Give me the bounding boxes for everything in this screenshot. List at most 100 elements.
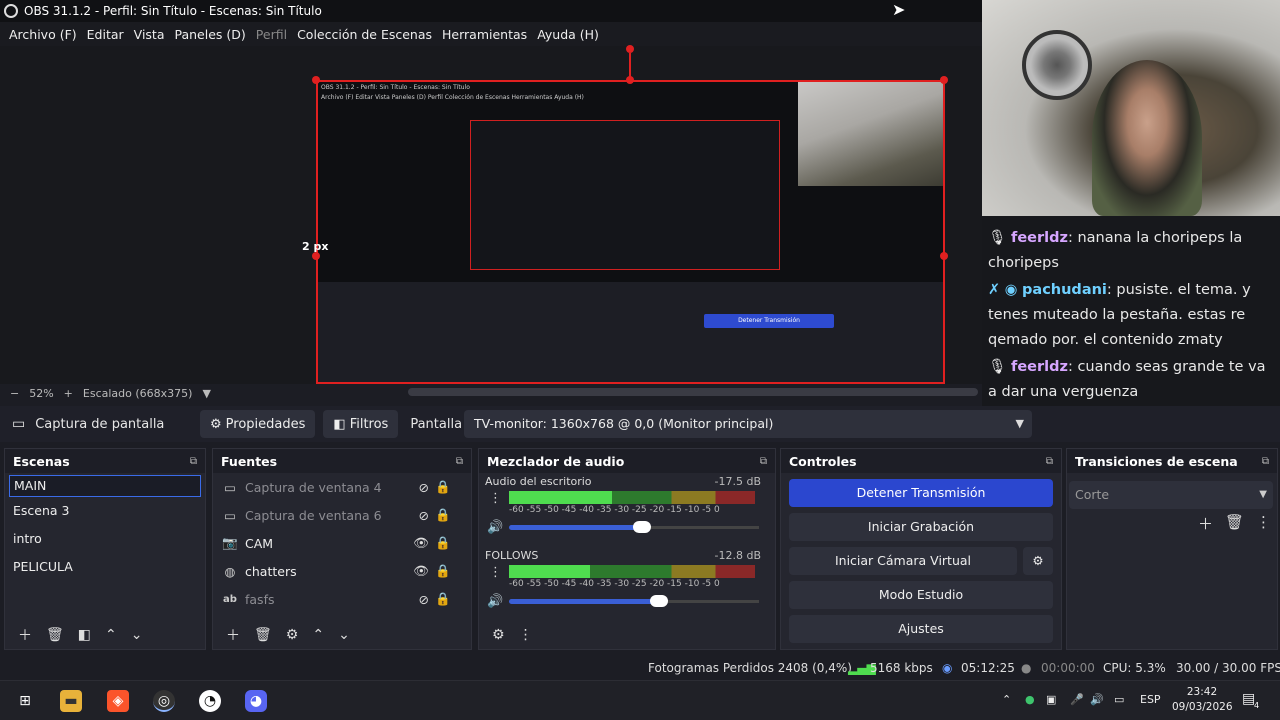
move-down-icon[interactable]: ⌄ [131, 627, 143, 643]
preview-canvas[interactable]: OBS 31.1.2 - Perfil: Sin Título - Escena… [316, 80, 945, 384]
tray-app-icon[interactable]: ● [1025, 693, 1035, 706]
network-icon[interactable]: ▭ [1114, 693, 1124, 706]
discord-icon[interactable]: ◕ [245, 690, 267, 712]
add-source-icon[interactable]: ＋ [226, 625, 240, 645]
eye-icon[interactable]: 👁 [413, 535, 429, 551]
filter-icon: ◧ [333, 416, 346, 432]
trash-icon[interactable]: 🗑 [1225, 513, 1244, 534]
volume-icon[interactable]: 🔊 [1090, 693, 1104, 706]
start-recording-button[interactable]: Iniciar Grabación [789, 513, 1053, 541]
volume-slider[interactable] [509, 595, 668, 607]
zoom-out-button[interactable]: − [10, 387, 19, 400]
live-icon: ◉ [942, 661, 953, 675]
volume-slider[interactable] [509, 521, 651, 533]
scene-filters-icon[interactable]: ◧ [78, 627, 91, 643]
menu-ayuda[interactable]: Ayuda (H) [537, 27, 599, 42]
source-item[interactable]: ▭ Captura de ventana 4 ⊘ 🔒 [213, 473, 471, 501]
record-time: 00:00:00 [1041, 661, 1095, 675]
source-label: chatters [245, 563, 297, 579]
menu-paneles[interactable]: Paneles (D) [175, 27, 246, 42]
float-dock-icon[interactable]: ⧉ [760, 456, 767, 467]
stop-stream-button[interactable]: Detener Transmisión [789, 479, 1053, 507]
gear-icon[interactable]: ⚙ [286, 627, 299, 643]
microphone-icon[interactable]: 🎤 [1070, 693, 1084, 706]
lock-icon[interactable]: 🔒 [435, 507, 451, 523]
transform-handle-top[interactable] [626, 45, 634, 53]
transform-handle-ml[interactable] [312, 252, 320, 260]
transform-handle-mr[interactable] [940, 252, 948, 260]
more-options-icon[interactable]: ⋮ [519, 627, 533, 643]
settings-button[interactable]: Ajustes [789, 615, 1053, 643]
menu-archivo[interactable]: Archivo (F) [9, 27, 77, 42]
studio-mode-button[interactable]: Modo Estudio [789, 581, 1053, 609]
move-down-icon[interactable]: ⌄ [338, 627, 350, 643]
trash-icon[interactable]: 🗑 [254, 627, 272, 643]
menu-vista[interactable]: Vista [134, 27, 165, 42]
windows-start-icon[interactable]: ⊞ [14, 690, 36, 712]
hidden-eye-icon[interactable]: ⊘ [419, 480, 429, 495]
move-up-icon[interactable]: ⌃ [105, 627, 117, 643]
transform-handle-tc[interactable] [626, 76, 634, 84]
display-select[interactable]: TV-monitor: 1360x768 @ 0,0 (Monitor prin… [464, 410, 1032, 438]
scale-dropdown-icon[interactable]: ▼ [202, 387, 210, 400]
slider-knob[interactable] [633, 521, 651, 533]
eye-icon[interactable]: 👁 [413, 563, 429, 579]
advanced-audio-icon[interactable]: ⚙ [492, 627, 505, 643]
speaker-icon[interactable]: 🔊 [487, 594, 503, 609]
properties-button[interactable]: ⚙ Propiedades [200, 410, 316, 438]
tray-app-icon[interactable]: ▣ [1046, 693, 1056, 706]
language-indicator[interactable]: ESP [1140, 693, 1161, 706]
tray-chevron-icon[interactable]: ⌃ [1002, 693, 1011, 706]
float-dock-icon[interactable]: ⧉ [190, 456, 197, 467]
menu-coleccion-escenas[interactable]: Colección de Escenas [297, 27, 432, 42]
hidden-eye-icon[interactable]: ⊘ [419, 592, 429, 607]
virtual-cam-settings-icon[interactable]: ⚙ [1023, 547, 1053, 575]
filters-button[interactable]: ◧ Filtros [323, 410, 399, 438]
fan-shape [1022, 30, 1092, 100]
lock-icon[interactable]: 🔒 [435, 591, 451, 607]
transition-select[interactable]: Corte ▼ [1069, 481, 1273, 509]
scene-item-main[interactable]: MAIN [9, 475, 201, 497]
file-explorer-icon[interactable]: ▬ [60, 690, 82, 712]
clock-app-icon[interactable]: ◔ [199, 690, 221, 712]
speaker-icon[interactable]: 🔊 [487, 520, 503, 535]
lock-icon[interactable]: 🔒 [435, 535, 451, 551]
nested-chat [798, 186, 943, 282]
scene-item-escena3[interactable]: Escena 3 [5, 497, 205, 525]
clock-time: 23:42 [1186, 686, 1218, 698]
source-item[interactable]: ▭ Captura de ventana 6 ⊘ 🔒 [213, 501, 471, 529]
brave-browser-icon[interactable]: ◈ [107, 690, 129, 712]
more-options-icon[interactable]: ⋮ [489, 491, 502, 506]
preview-scrollbar[interactable] [408, 388, 978, 396]
add-scene-icon[interactable]: ＋ [18, 625, 32, 645]
float-dock-icon[interactable]: ⧉ [456, 456, 463, 467]
scene-item-pelicula[interactable]: PELICULA [5, 553, 205, 581]
more-options-icon[interactable]: ⋮ [1256, 513, 1271, 534]
notification-count: 4 [1254, 701, 1260, 710]
lock-icon[interactable]: 🔒 [435, 563, 451, 579]
clock[interactable]: 23:42 09/03/2026 [1172, 685, 1233, 715]
transform-handle-tr[interactable] [940, 76, 948, 84]
virtual-cam-button[interactable]: Iniciar Cámara Virtual [789, 547, 1017, 575]
menu-editar[interactable]: Editar [87, 27, 124, 42]
add-transition-icon[interactable]: ＋ [1198, 513, 1213, 534]
scene-item-intro[interactable]: intro [5, 525, 205, 553]
obs-icon[interactable]: ◎ [153, 690, 175, 712]
nested-obs-menu: Archivo (F) Editar Vista Paneles (D) Per… [321, 94, 584, 101]
slider-knob[interactable] [649, 595, 668, 607]
lock-icon[interactable]: 🔒 [435, 479, 451, 495]
source-item[interactable]: ◍ chatters 👁 🔒 [213, 557, 471, 585]
hidden-eye-icon[interactable]: ⊘ [419, 508, 429, 523]
move-up-icon[interactable]: ⌃ [312, 627, 324, 643]
mixer-channel: Audio del escritorio -17.5 dB -60 -55 -5… [479, 473, 775, 547]
more-options-icon[interactable]: ⋮ [489, 565, 502, 580]
float-dock-icon[interactable]: ⧉ [1046, 456, 1053, 467]
float-dock-icon[interactable]: ⧉ [1262, 456, 1269, 467]
source-item[interactable]: ab fasfs ⊘ 🔒 [213, 585, 471, 613]
transform-handle-tl[interactable] [312, 76, 320, 84]
menu-herramientas[interactable]: Herramientas [442, 27, 527, 42]
transitions-dock: Transiciones de escena ⧉ Corte ▼ ＋ 🗑 ⋮ [1066, 448, 1278, 650]
zoom-in-button[interactable]: + [64, 387, 73, 400]
trash-icon[interactable]: 🗑 [46, 627, 64, 643]
source-item[interactable]: 📷 CAM 👁 🔒 [213, 529, 471, 557]
